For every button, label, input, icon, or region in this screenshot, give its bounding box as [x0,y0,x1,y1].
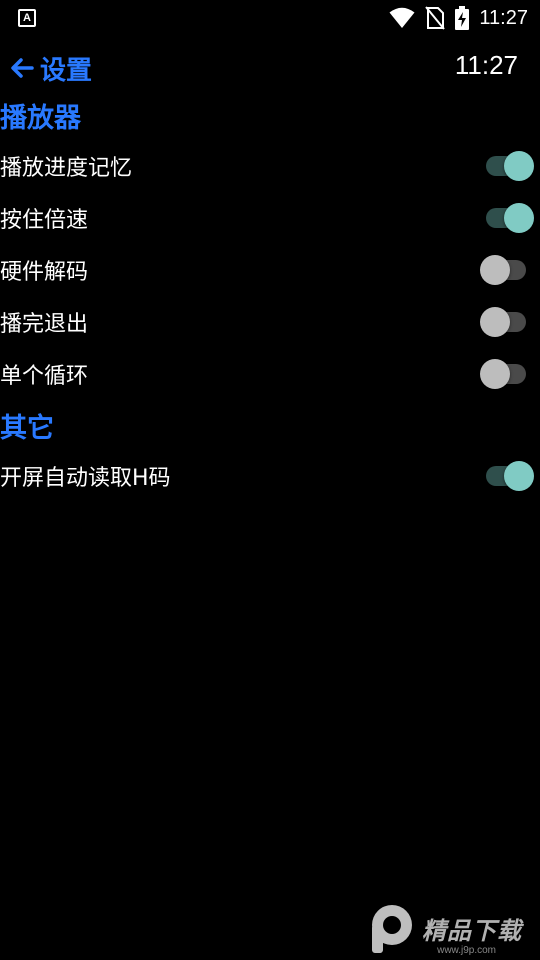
status-time: 11:27 [479,6,528,29]
watermark-url: www.j9p.com [437,945,496,956]
switch-progress-memory[interactable] [478,146,534,186]
section-title-player: 播放器 [0,103,81,134]
switch-thumb [504,461,534,491]
status-right-group: 11:27 [389,5,528,31]
section-title-other: 其它 [0,413,54,444]
setting-row-progress-memory[interactable]: 播放进度记忆 [0,140,540,192]
switch-thumb [480,359,510,389]
header-clock: 11:27 [454,50,518,80]
setting-row-single-loop[interactable]: 单个循环 [0,348,540,400]
app-notification-icon: A [18,9,36,27]
wifi-icon [389,7,415,28]
switch-thumb [504,203,534,233]
switch-thumb [480,307,510,337]
watermark-text: 精品下载 [422,916,522,945]
setting-row-auto-read-h-code[interactable]: 开屏自动读取H码 [0,450,540,502]
setting-row-hold-speed[interactable]: 按住倍速 [0,192,540,244]
setting-label: 播放进度记忆 [0,156,133,181]
switch-exit-after-play[interactable] [478,302,534,342]
back-button[interactable]: 设置 [10,50,92,86]
page-title: 设置 [40,55,93,86]
battery-charging-icon [455,6,470,30]
switch-hold-speed[interactable] [478,198,534,238]
watermark-logo-icon [372,905,412,953]
switch-single-loop[interactable] [478,354,534,394]
switch-thumb [480,255,510,285]
status-bar: A 11:27 [0,0,540,36]
setting-row-hardware-decoding[interactable]: 硬件解码 [0,244,540,296]
switch-thumb [504,151,534,181]
app-header: 设置 11:27 [0,44,540,90]
setting-label: 按住倍速 [0,208,89,233]
watermark: 精品下载 www.j9p.com [366,900,536,956]
switch-auto-read-h-code[interactable] [478,456,534,496]
setting-label: 硬件解码 [0,260,89,285]
setting-row-exit-after-play[interactable]: 播完退出 [0,296,540,348]
no-sim-icon [425,6,446,30]
switch-hardware-decoding[interactable] [478,250,534,290]
arrow-left-icon [11,58,34,78]
setting-label: 播完退出 [0,312,89,337]
setting-label: 单个循环 [0,364,89,389]
setting-label: 开屏自动读取H码 [0,466,171,491]
